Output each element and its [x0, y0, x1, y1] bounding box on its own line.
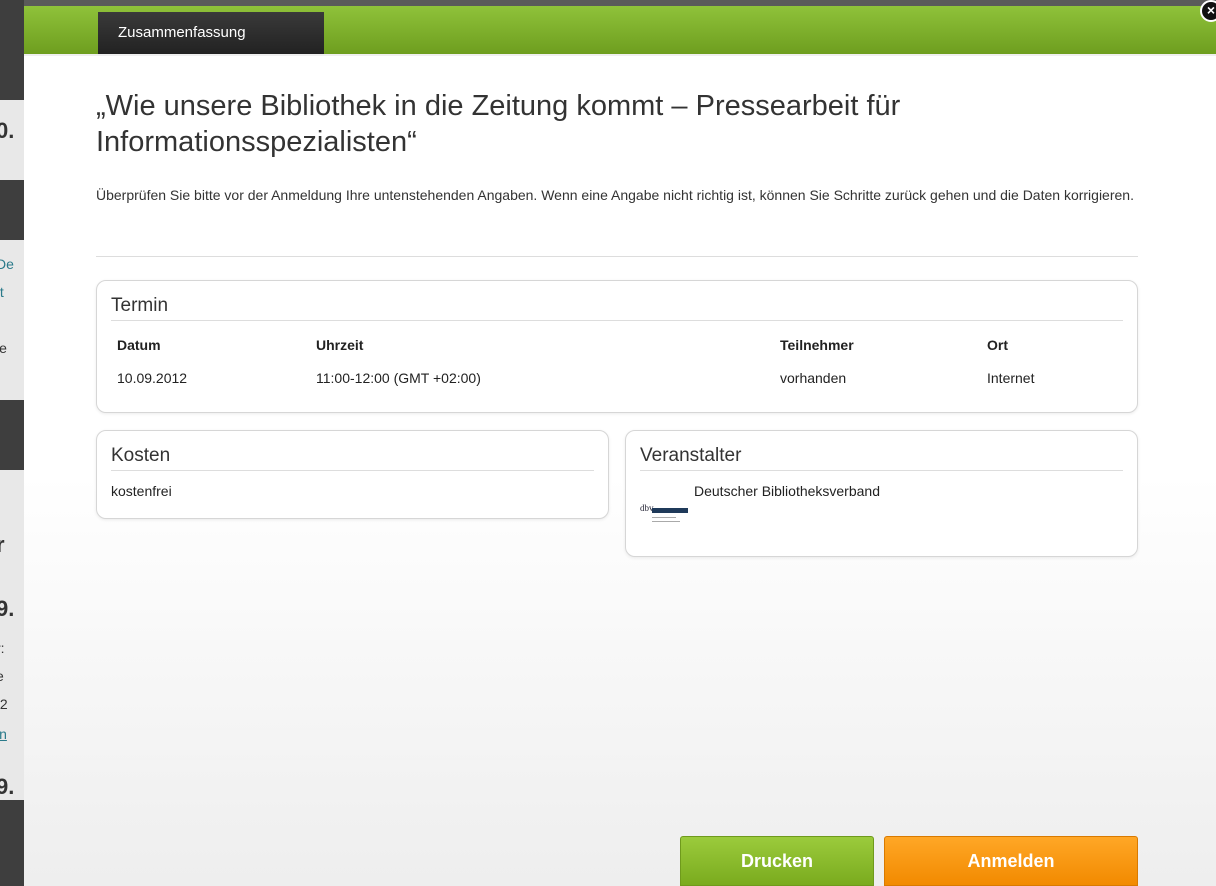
ort-value: Internet	[987, 370, 1035, 386]
veranstalter-panel: Veranstalter dbv Deutscher Bibliotheksve…	[625, 430, 1138, 557]
background-link[interactable]: in	[0, 726, 7, 742]
datum-header: Datum	[117, 337, 161, 353]
intro-text: Überprüfen Sie bitte vor der Anmeldung I…	[96, 187, 1134, 203]
background-text: 9.	[0, 596, 15, 621]
divider	[96, 256, 1138, 257]
background-text: .2	[0, 696, 8, 712]
teilnehmer-header: Teilnehmer	[780, 337, 854, 353]
background-text: r:	[0, 640, 5, 656]
summary-dialog: Zusammenfassung × „Wie unsere Bibliothek…	[24, 0, 1216, 886]
logo-line	[652, 517, 676, 518]
close-icon[interactable]: ×	[1200, 0, 1216, 22]
background-text: e	[0, 668, 4, 684]
uhrzeit-value: 11:00-12:00 (GMT +02:00)	[316, 370, 481, 386]
teilnehmer-value: vorhanden	[780, 370, 847, 386]
termin-panel: Termin Datum Uhrzeit Teilnehmer Ort 10.0…	[96, 280, 1138, 413]
kosten-panel: Kosten kostenfrei	[96, 430, 609, 519]
background-text: De	[0, 256, 14, 272]
logo-bar	[652, 508, 688, 513]
kosten-value: kostenfrei	[111, 483, 172, 499]
datum-value: 10.09.2012	[117, 370, 188, 386]
kosten-heading: Kosten	[111, 445, 594, 471]
termin-heading: Termin	[111, 295, 1123, 321]
organizer-logo: dbv	[640, 503, 688, 527]
veranstalter-heading: Veranstalter	[640, 445, 1123, 471]
tab-zusammenfassung[interactable]: Zusammenfassung	[98, 12, 324, 54]
event-title: „Wie unsere Bibliothek in die Zeitung ko…	[96, 90, 901, 158]
background-text: 0.	[0, 118, 15, 143]
background-text: r	[0, 532, 5, 557]
print-button[interactable]: Drucken	[680, 836, 874, 886]
dialog-tabbar: Zusammenfassung	[24, 6, 1216, 54]
background-text: le	[0, 340, 7, 356]
logo-line	[652, 521, 680, 522]
background-text: tt	[0, 284, 4, 300]
background-strip	[0, 470, 24, 800]
register-button[interactable]: Anmelden	[884, 836, 1138, 886]
organizer-name: Deutscher Bibliotheksverband	[694, 483, 880, 499]
uhrzeit-header: Uhrzeit	[316, 337, 364, 353]
background-page: 0. De tt le r 9. r: e .2 in 9.	[0, 0, 24, 886]
background-text: 9.	[0, 774, 15, 799]
ort-header: Ort	[987, 337, 1008, 353]
